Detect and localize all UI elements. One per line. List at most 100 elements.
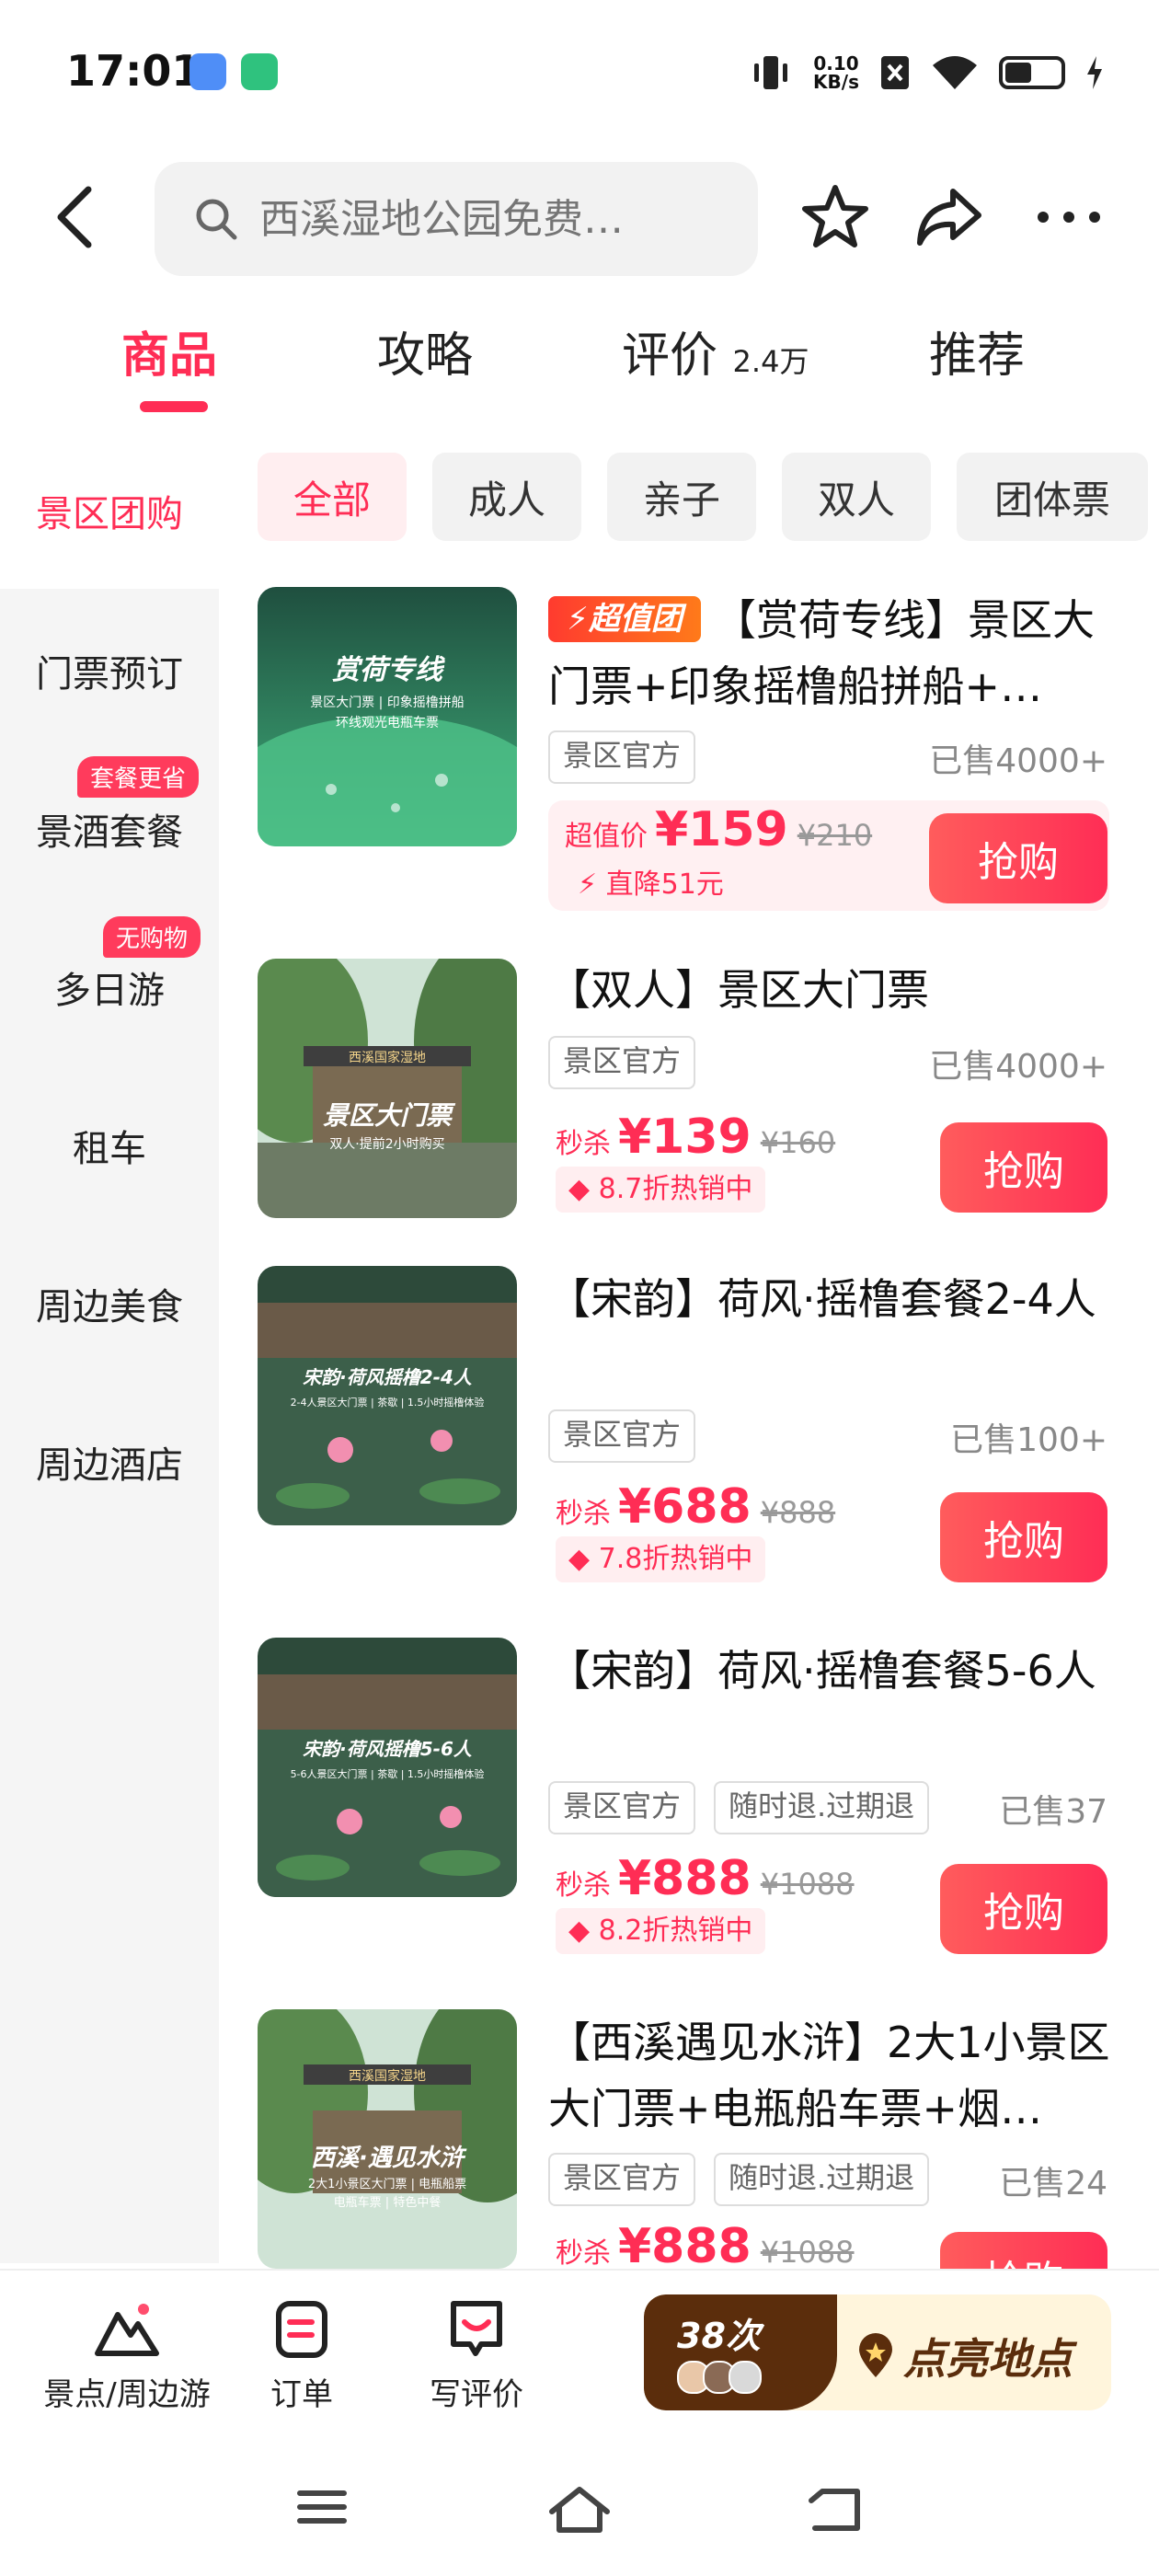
notification-app-icon-2	[241, 53, 278, 90]
active-tab-indicator	[140, 401, 208, 412]
search-input[interactable]	[258, 194, 703, 244]
share-icon	[917, 189, 981, 246]
price-label: 秒杀	[556, 1869, 611, 1902]
light-up-count: 38次	[677, 2316, 761, 2356]
flash-icon: ⚡	[578, 868, 598, 901]
buy-button[interactable]: 抢购	[940, 1492, 1107, 1582]
charging-icon	[1087, 56, 1102, 89]
sidebar-item-tickets[interactable]: 门票预订	[0, 644, 219, 697]
filter-double[interactable]: 双人	[782, 453, 931, 541]
product-title[interactable]: 【宋韵】荷风·摇橹套餐2-4人	[548, 1266, 1119, 1332]
status-indicators: 0.10 KB/s	[749, 50, 1104, 96]
product-image[interactable]: 西溪国家湿地 景区大门票 双人·提前2小时购买	[258, 959, 517, 1218]
sidebar-item-food[interactable]: 周边美食	[0, 1277, 219, 1330]
system-back-icon	[809, 2489, 860, 2531]
product-title[interactable]: 【西溪遇见水浒】2大1小景区大门票+电瓶船车票+烟…	[548, 2009, 1119, 2142]
thumb-title: 赏荷专线	[332, 654, 446, 686]
product-image[interactable]: 宋韵·荷风摇橹2-4人 2-4人景区大门票 | 茶歇 | 1.5小时摇橹体验	[258, 1266, 517, 1525]
product-image[interactable]: 西溪国家湿地 西溪·遇见水浒 2大1小景区大门票 | 电瓶船票 电瓶车票 | 特…	[258, 2009, 517, 2269]
price-label: 超值价	[565, 821, 648, 853]
discount-badge: ◆ 8.2折热销中	[556, 1908, 766, 1954]
no-sim-icon	[881, 56, 909, 89]
price: ¥888	[618, 2219, 752, 2274]
product-title[interactable]: 【双人】景区大门票	[548, 957, 1119, 1023]
filter-group[interactable]: 团体票	[957, 453, 1148, 541]
discount-badge: ◆ 8.7折热销中	[556, 1167, 766, 1213]
system-menu-button[interactable]	[294, 2484, 350, 2534]
tag-official: 景区官方	[548, 730, 696, 784]
search-bar[interactable]	[155, 162, 758, 276]
avatar-group	[677, 2361, 762, 2394]
product-title[interactable]: 【赏荷专线】景区大门票+印象摇橹船拼船+…	[548, 587, 1119, 719]
tab-reviews[interactable]: 评价 2.4万	[622, 316, 809, 385]
price-row: 秒杀 ¥888 ¥1088	[556, 2219, 855, 2274]
system-home-button[interactable]	[546, 2484, 613, 2539]
product-image[interactable]: 赏荷专线 景区大门票 | 印象摇橹拼船 环线观光电瓶车票	[258, 587, 517, 846]
sidebar-item-multi-day[interactable]: 多日游	[0, 960, 219, 1014]
price: ¥688	[618, 1479, 752, 1535]
tag-refund: 随时退.过期退	[714, 1781, 930, 1834]
sidebar-badge-package: 套餐更省	[77, 756, 200, 798]
sold-count: 已售4000+	[929, 742, 1107, 780]
location-pin-icon	[859, 2333, 892, 2377]
tab-products[interactable]: 商品	[121, 316, 217, 385]
discount-badge: ◆ 7.8折热销中	[556, 1536, 766, 1582]
sidebar-item-group-buy[interactable]: 景区团购	[0, 484, 219, 537]
product-title[interactable]: 【宋韵】荷风·摇橹套餐5-6人	[548, 1638, 1119, 1704]
review-count: 2.4万	[732, 344, 809, 379]
thumb-subtitle: 景区大门票 | 印象摇橹拼船	[310, 696, 465, 710]
buy-button[interactable]: 抢购	[940, 1864, 1107, 1954]
price-row: 秒杀 ¥888 ¥1088	[556, 1851, 855, 1906]
order-icon	[276, 2301, 327, 2358]
notification-app-icon	[189, 53, 226, 90]
thumb-title: 宋韵·荷风摇橹2-4人	[303, 1366, 473, 1388]
more-icon	[1038, 212, 1100, 223]
gate-sign: 西溪国家湿地	[349, 2068, 426, 2084]
wifi-icon	[933, 56, 977, 89]
thumb-subtitle: 双人·提前2小时购买	[329, 1136, 444, 1152]
light-up-location-button[interactable]: 38次 点亮地点	[644, 2294, 1111, 2410]
filter-all[interactable]: 全部	[258, 453, 407, 541]
tag-icon: ◆	[568, 1543, 591, 1575]
system-back-button[interactable]	[804, 2484, 865, 2539]
tag-icon: ◆	[568, 1915, 591, 1947]
star-icon	[802, 185, 868, 247]
thumb-subtitle: 5-6人景区大门票 | 茶歇 | 1.5小时摇橹体验	[291, 1767, 485, 1780]
buy-button[interactable]: 抢购	[929, 813, 1107, 903]
home-icon	[549, 2487, 610, 2533]
price-label: 秒杀	[556, 1498, 611, 1530]
more-button[interactable]	[1032, 180, 1106, 254]
back-button[interactable]	[46, 180, 110, 254]
thumb-subtitle-2: 电瓶车票 | 特色中餐	[334, 2195, 442, 2210]
sidebar-item-hotel-package[interactable]: 景酒套餐	[0, 802, 219, 856]
price-row: 秒杀 ¥688 ¥888	[556, 1479, 835, 1535]
review-icon	[451, 2301, 502, 2356]
back-icon	[57, 186, 92, 248]
tab-guides[interactable]: 攻略	[377, 316, 473, 385]
price: ¥139	[618, 1110, 752, 1165]
price-row: 超值价 ¥159 ¥210	[565, 802, 872, 857]
nav-orders[interactable]: 订单	[247, 2296, 357, 2414]
filter-family[interactable]: 亲子	[607, 453, 756, 541]
sidebar-badge-no-shopping: 无购物	[103, 916, 201, 958]
avatar	[729, 2361, 762, 2394]
original-price: ¥888	[760, 1495, 836, 1530]
light-up-label: 点亮地点	[903, 2334, 1073, 2384]
original-price: ¥1088	[760, 1867, 855, 1902]
price: ¥888	[618, 1851, 752, 1906]
product-image[interactable]: 宋韵·荷风摇橹5-6人 5-6人景区大门票 | 茶歇 | 1.5小时摇橹体验	[258, 1638, 517, 1897]
thumb-title: 宋韵·荷风摇橹5-6人	[303, 1738, 473, 1760]
nav-attractions[interactable]: 景点/周边游	[35, 2296, 219, 2414]
share-button[interactable]	[912, 180, 986, 254]
buy-button[interactable]: 抢购	[940, 1122, 1107, 1213]
gate-sign: 西溪国家湿地	[349, 1050, 426, 1065]
sidebar-item-hotels[interactable]: 周边酒店	[0, 1435, 219, 1489]
nav-write-review[interactable]: 写评价	[412, 2296, 541, 2414]
sidebar-item-car-rental[interactable]: 租车	[0, 1119, 219, 1172]
menu-icon	[297, 2490, 347, 2524]
favorite-button[interactable]	[798, 180, 872, 254]
status-time: 17:01	[66, 46, 201, 96]
tab-recommend[interactable]: 推荐	[929, 316, 1025, 385]
filter-adult[interactable]: 成人	[432, 453, 581, 541]
thumb-title: 景区大门票	[323, 1100, 456, 1131]
